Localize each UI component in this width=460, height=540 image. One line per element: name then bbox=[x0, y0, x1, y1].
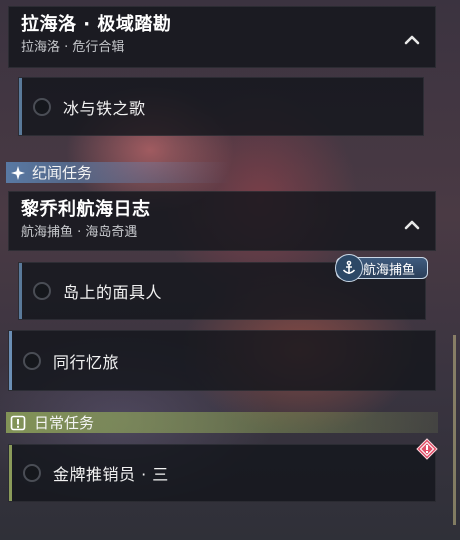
quest-radio[interactable] bbox=[23, 351, 41, 370]
quest-tracker-panel: 拉海洛 · 极域踏勘 拉海洛 · 危行合辑 冰与铁之歌 纪闻任务 黎乔利航海日志… bbox=[0, 0, 460, 540]
section-label: 日常任务 bbox=[34, 414, 95, 432]
quest-group-header-lahailuo[interactable]: 拉海洛 · 极域踏勘 拉海洛 · 危行合辑 bbox=[8, 6, 436, 68]
quest-badge-fishing: 航海捕鱼 bbox=[335, 254, 428, 282]
quest-label: 金牌推销员 · 三 bbox=[53, 465, 169, 484]
quest-group-subtitle: 航海捕鱼 · 海岛奇遇 bbox=[21, 225, 138, 240]
badge-label: 航海捕鱼 bbox=[363, 262, 416, 278]
anchor-icon bbox=[335, 254, 363, 282]
sparkle-icon bbox=[10, 165, 28, 181]
exclamation-box-icon bbox=[10, 415, 28, 431]
section-header-daily: 日常任务 bbox=[6, 412, 438, 433]
section-header-story: 纪闻任务 bbox=[6, 162, 230, 183]
quest-radio[interactable] bbox=[33, 97, 51, 116]
chevron-up-icon[interactable] bbox=[403, 31, 421, 49]
scrollbar[interactable] bbox=[453, 335, 456, 525]
quest-radio[interactable] bbox=[33, 282, 51, 300]
quest-group-title: 拉海洛 · 极域踏勘 bbox=[21, 14, 172, 35]
chevron-up-icon[interactable] bbox=[403, 216, 421, 234]
quest-label: 冰与铁之歌 bbox=[63, 98, 146, 118]
quest-item-ice-and-iron[interactable]: 冰与铁之歌 bbox=[18, 77, 424, 136]
quest-accent-bar bbox=[19, 78, 22, 135]
quest-accent-bar bbox=[9, 445, 12, 501]
quest-group-header-voyage-log[interactable]: 黎乔利航海日志 航海捕鱼 · 海岛奇遇 bbox=[8, 191, 436, 251]
section-label: 纪闻任务 bbox=[32, 164, 93, 182]
quest-label: 岛上的面具人 bbox=[63, 283, 163, 302]
quest-group-title: 黎乔利航海日志 bbox=[21, 199, 151, 220]
quest-accent-bar bbox=[19, 263, 22, 319]
quest-accent-bar bbox=[9, 331, 12, 390]
quest-radio[interactable] bbox=[23, 464, 41, 482]
quest-item-companion-memories[interactable]: 同行忆旅 bbox=[8, 330, 436, 391]
quest-item-gold-salesman[interactable]: 金牌推销员 · 三 bbox=[8, 444, 436, 502]
warning-diamond-icon bbox=[416, 438, 438, 460]
quest-label: 同行忆旅 bbox=[53, 352, 120, 372]
quest-group-subtitle: 拉海洛 · 危行合辑 bbox=[21, 40, 125, 55]
